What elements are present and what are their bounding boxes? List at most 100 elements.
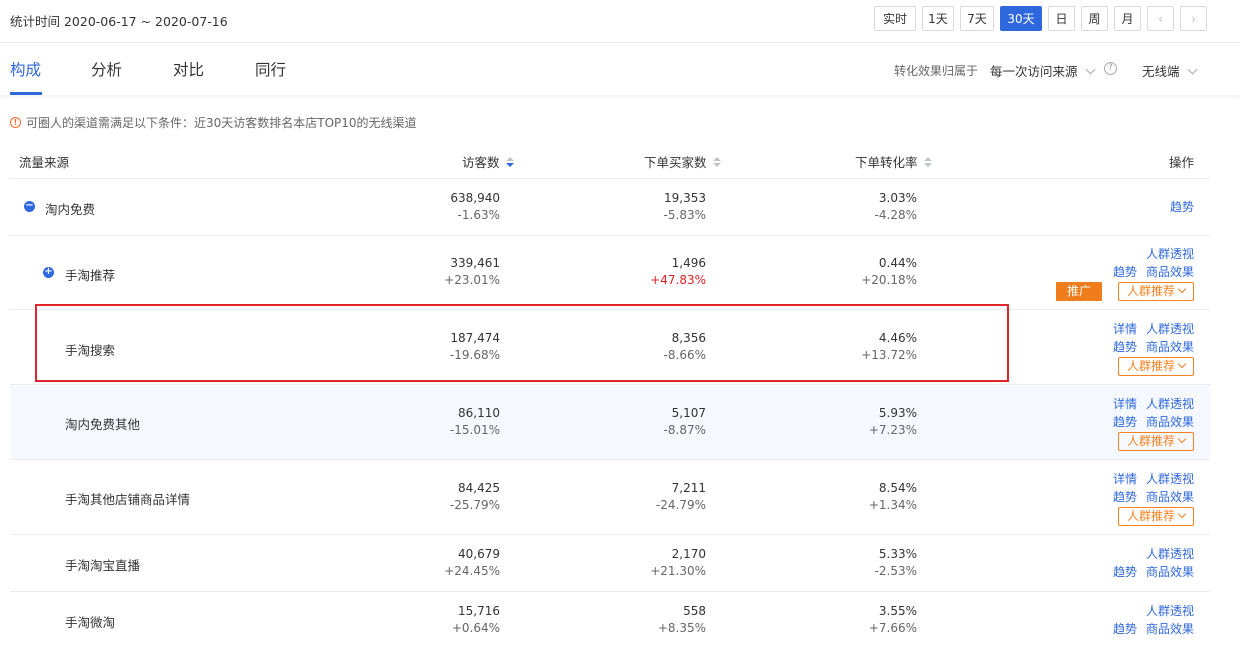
visitors-change: -1.63%	[457, 208, 500, 222]
tab-peers[interactable]: 同行	[255, 58, 286, 80]
visitors-value: 15,716	[458, 604, 500, 618]
table-row: − 淘内免费 638,940 -1.63% 19,353 -5.83% 3.03% -…	[10, 179, 1210, 236]
buyers-cell: 19,353 -5.83%	[664, 190, 706, 224]
table-row: 淘内免费其他 86,110 -15.01% 5,107 -8.87% 5.93% +7…	[10, 385, 1210, 460]
goods-link[interactable]: 商品效果	[1146, 622, 1194, 636]
trend-link[interactable]: 趋势	[1170, 200, 1194, 214]
active-tab-indicator	[10, 92, 42, 95]
row-ops: 详情 人群透视 趋势 商品效果 人群推荐	[1104, 396, 1194, 451]
visitors-value: 40,679	[458, 547, 500, 561]
buyers-value: 2,170	[671, 547, 706, 561]
conversion-value: 5.33%	[878, 547, 917, 561]
trend-link[interactable]: 趋势	[1113, 265, 1137, 279]
top-bar: 统计时间 2020-06-17 ~ 2020-07-16 实时 1天 7天 30…	[0, 0, 1240, 43]
conversion-cell: 5.93% +7.23%	[869, 405, 917, 439]
device-select[interactable]: 无线端	[1142, 61, 1197, 80]
detail-link[interactable]: 详情	[1113, 322, 1137, 336]
source-name: 手淘其他店铺商品详情	[65, 492, 191, 507]
buyers-value: 1,496	[671, 256, 706, 270]
visitors-value: 339,461	[450, 256, 500, 270]
range-30day-button[interactable]: 30天	[1000, 6, 1042, 31]
chevron-down-icon	[1177, 434, 1187, 444]
trend-link[interactable]: 趋势	[1113, 565, 1137, 579]
range-month-button[interactable]: 月	[1114, 6, 1141, 31]
visitors-value: 638,940	[450, 191, 500, 205]
stat-date: 统计时间 2020-06-17 ~ 2020-07-16	[10, 14, 228, 29]
trend-link[interactable]: 趋势	[1113, 415, 1137, 429]
row-ops: 人群透视 趋势 商品效果	[1104, 546, 1194, 581]
detail-link[interactable]: 详情	[1113, 472, 1137, 486]
sort-icon[interactable]	[505, 156, 514, 169]
conversion-cell: 0.44% +20.18%	[861, 255, 917, 289]
attribution-select[interactable]: 每一次访问来源	[990, 61, 1095, 80]
range-week-button[interactable]: 周	[1081, 6, 1108, 31]
buyers-change: -5.83%	[663, 208, 706, 222]
crowd-recommend-label: 人群推荐	[1126, 359, 1175, 373]
chevron-down-icon	[1177, 509, 1187, 519]
conversion-value: 3.55%	[878, 604, 917, 618]
detail-link[interactable]: 详情	[1113, 397, 1137, 411]
tabs-bar: 构成 分析 对比 同行 转化效果归属于 每一次访问来源 ? 无线端	[0, 43, 1240, 95]
next-period-button[interactable]: ›	[1180, 6, 1207, 31]
collapse-icon[interactable]: −	[24, 201, 35, 212]
buyers-change: -8.87%	[663, 423, 706, 437]
sort-icon[interactable]	[712, 156, 721, 169]
buyers-change: +21.30%	[650, 564, 706, 578]
visitors-change: +23.01%	[444, 273, 500, 287]
promo-badge[interactable]: 推广	[1056, 282, 1102, 301]
col-conversion-label: 下单转化率	[855, 155, 918, 170]
crowd-link[interactable]: 人群透视	[1146, 472, 1194, 486]
visitors-value: 86,110	[458, 406, 500, 420]
buyers-value: 558	[683, 604, 706, 618]
conversion-cell: 3.55% +7.66%	[869, 603, 917, 637]
conversion-change: -4.28%	[874, 208, 917, 222]
tab-analysis[interactable]: 分析	[91, 58, 122, 80]
crowd-recommend-button[interactable]: 人群推荐	[1117, 507, 1194, 526]
goods-link[interactable]: 商品效果	[1146, 340, 1194, 354]
help-icon[interactable]: ?	[1104, 62, 1117, 75]
trend-link[interactable]: 趋势	[1113, 622, 1137, 636]
col-buyers[interactable]: 下单买家数	[644, 152, 721, 171]
goods-link[interactable]: 商品效果	[1146, 265, 1194, 279]
range-7day-button[interactable]: 7天	[960, 6, 994, 31]
crowd-link[interactable]: 人群透视	[1146, 322, 1194, 336]
range-day-button[interactable]: 日	[1048, 6, 1075, 31]
tab-composition[interactable]: 构成	[10, 58, 41, 80]
crowd-link[interactable]: 人群透视	[1146, 547, 1194, 561]
notice-text: 可圈人的渠道需满足以下条件：近30天访客数排名本店TOP10的无线渠道	[26, 116, 417, 130]
goods-link[interactable]: 商品效果	[1146, 565, 1194, 579]
row-ops: 详情 人群透视 趋势 商品效果 人群推荐	[1104, 471, 1194, 526]
sort-icon[interactable]	[923, 156, 932, 169]
crowd-link[interactable]: 人群透视	[1146, 247, 1194, 261]
expand-icon[interactable]: +	[43, 267, 54, 278]
trend-link[interactable]: 趋势	[1113, 340, 1137, 354]
goods-link[interactable]: 商品效果	[1146, 415, 1194, 429]
visitors-cell: 339,461 +23.01%	[444, 255, 500, 289]
buyers-cell: 2,170 +21.30%	[650, 546, 706, 580]
buyers-value: 5,107	[671, 406, 706, 420]
table-header: 流量来源 访客数 下单买家数 下单转化率 操作	[10, 141, 1210, 179]
col-visitors[interactable]: 访客数	[462, 152, 514, 171]
tab-compare[interactable]: 对比	[173, 58, 204, 80]
range-realtime-button[interactable]: 实时	[874, 6, 916, 31]
crowd-link[interactable]: 人群透视	[1146, 604, 1194, 618]
chevron-down-icon	[1187, 64, 1197, 75]
visitors-cell: 40,679 +24.45%	[444, 546, 500, 580]
visitors-change: -25.79%	[449, 498, 500, 512]
conversion-cell: 5.33% -2.53%	[875, 546, 917, 580]
source-name: 淘内免费	[45, 202, 96, 217]
crowd-link[interactable]: 人群透视	[1146, 397, 1194, 411]
visitors-cell: 638,940 -1.63%	[450, 190, 500, 224]
trend-link[interactable]: 趋势	[1113, 490, 1137, 504]
crowd-recommend-button[interactable]: 人群推荐	[1117, 432, 1194, 451]
prev-period-button[interactable]: ‹	[1147, 6, 1174, 31]
crowd-recommend-button[interactable]: 人群推荐	[1117, 282, 1194, 301]
crowd-recommend-label: 人群推荐	[1126, 434, 1175, 448]
goods-link[interactable]: 商品效果	[1146, 490, 1194, 504]
table-row: 手淘淘宝直播 40,679 +24.45% 2,170 +21.30% 5.33% -…	[10, 535, 1210, 592]
buyers-cell: 558 +8.35%	[658, 603, 706, 637]
buyers-value: 7,211	[671, 481, 706, 495]
col-conversion[interactable]: 下单转化率	[855, 152, 932, 171]
crowd-recommend-button[interactable]: 人群推荐	[1117, 357, 1194, 376]
range-1day-button[interactable]: 1天	[922, 6, 954, 31]
